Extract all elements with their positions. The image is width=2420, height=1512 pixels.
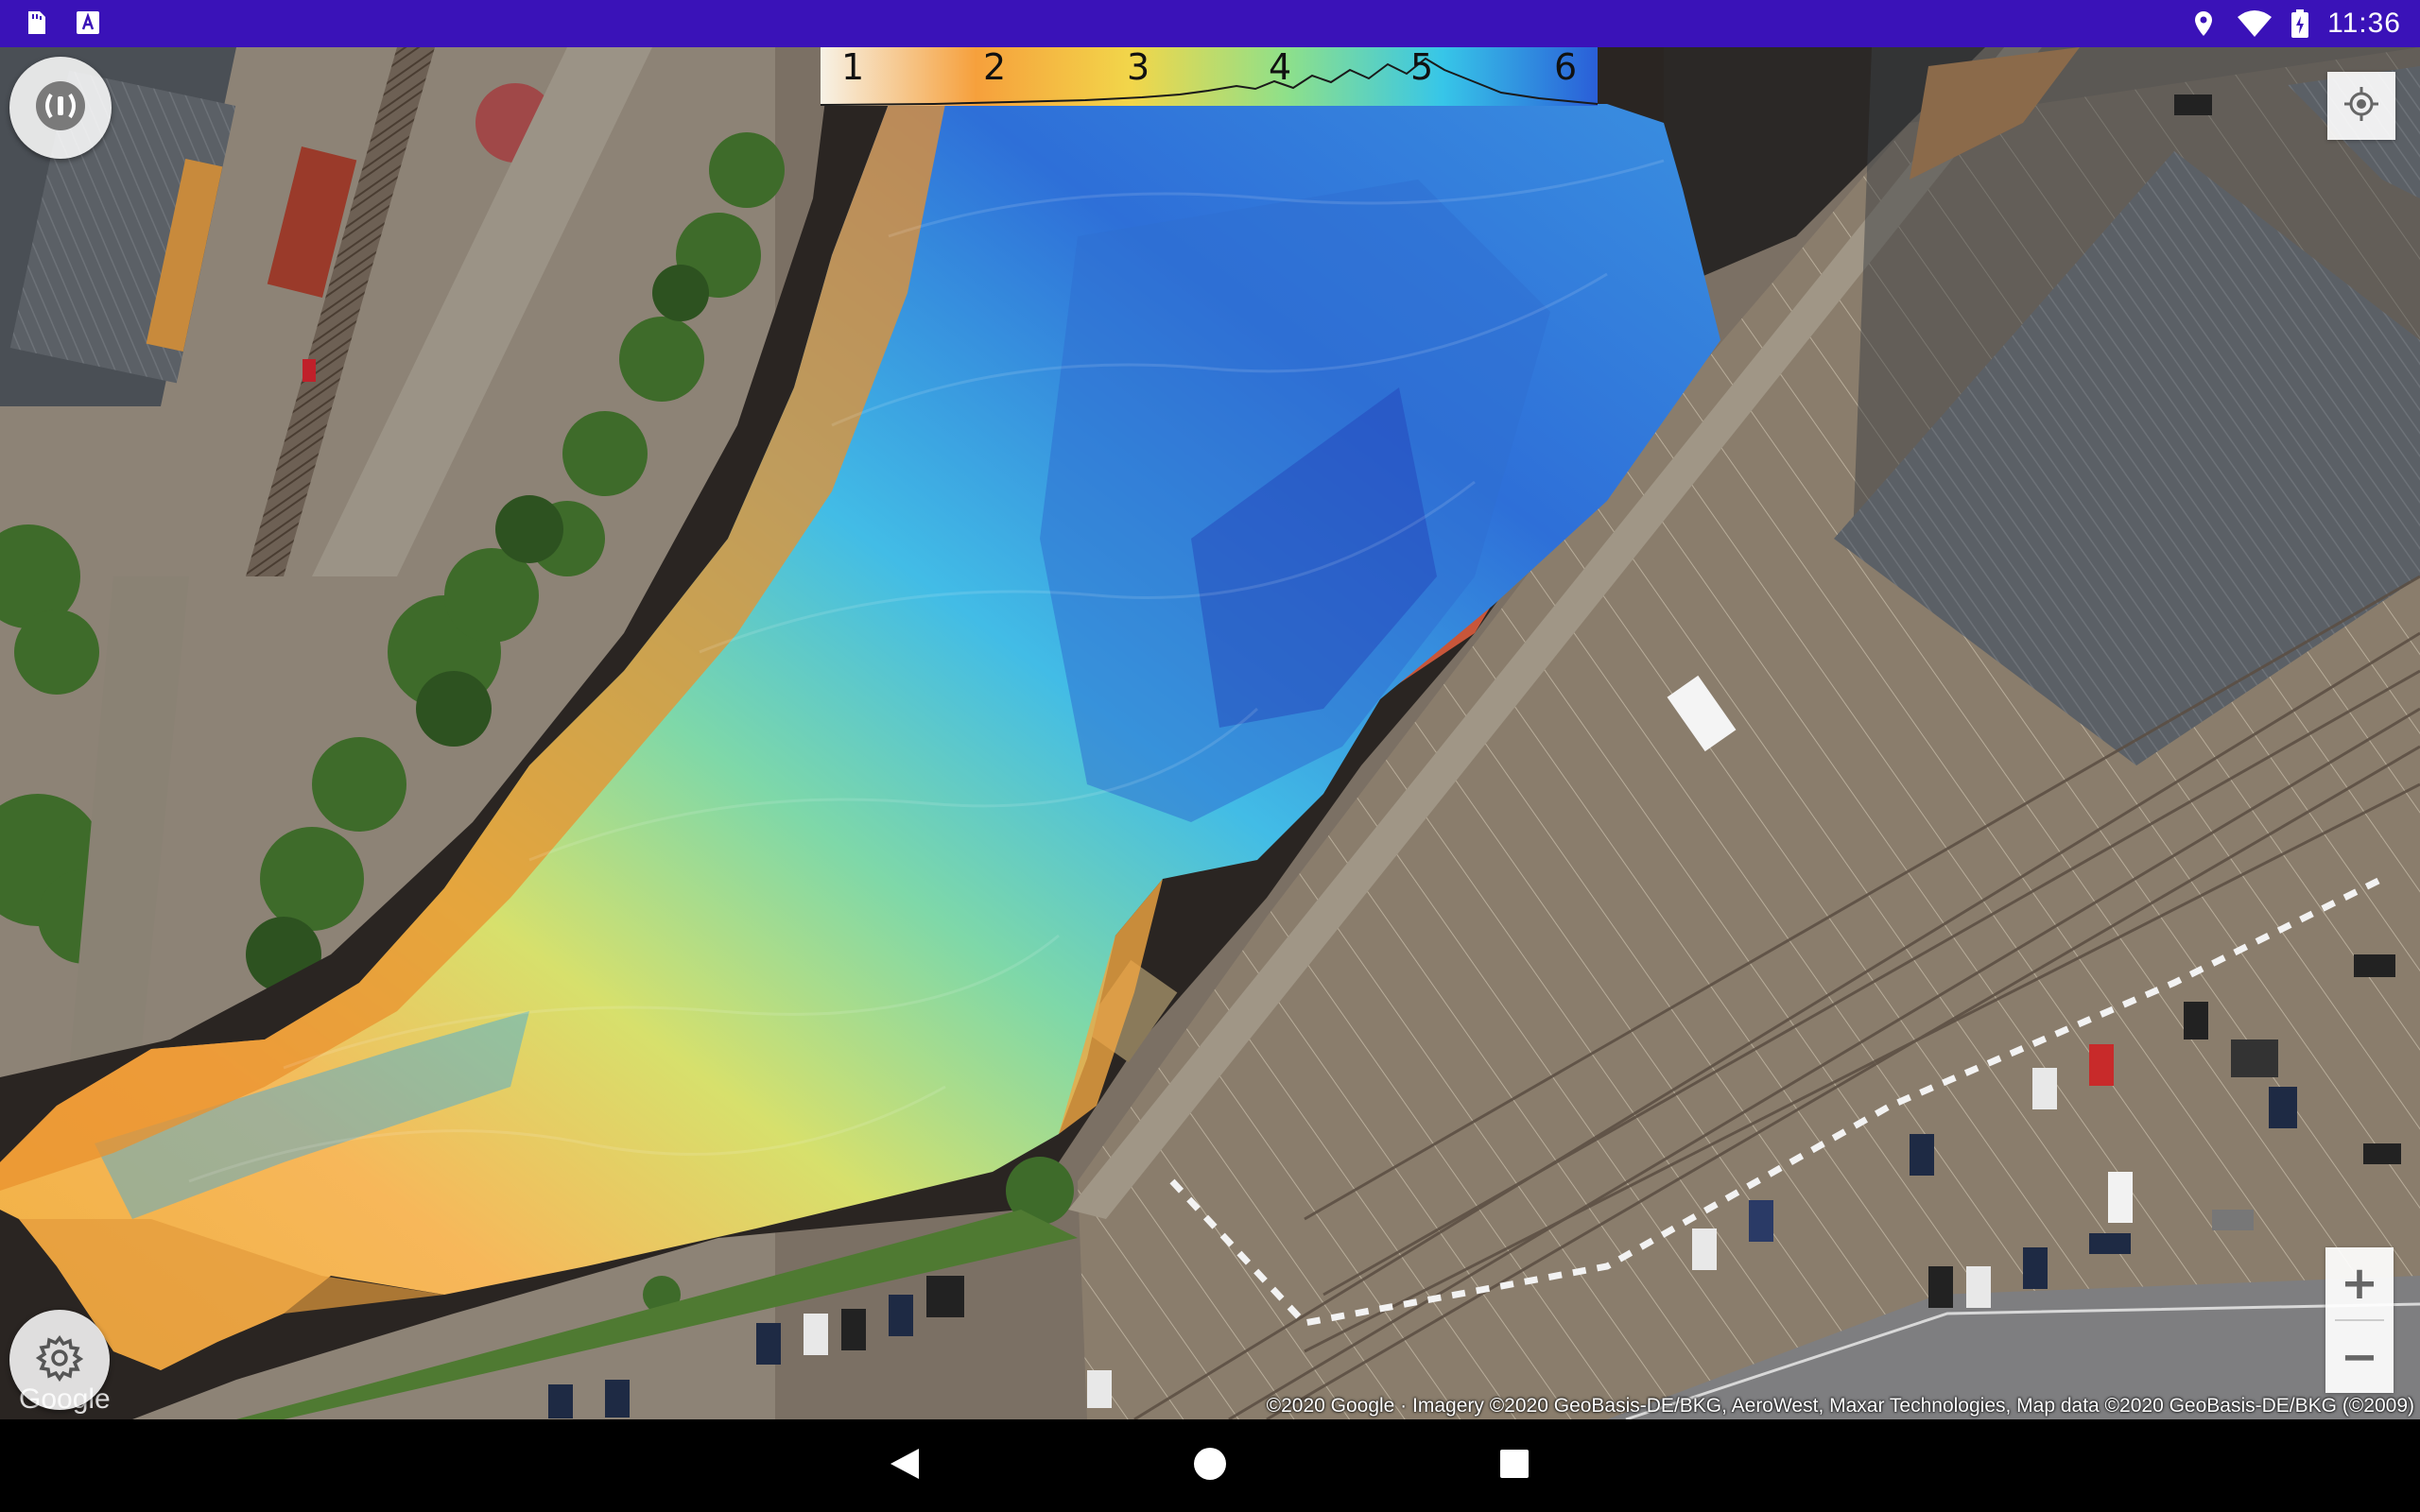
back-icon: [889, 1447, 921, 1485]
a-notification-icon: [75, 9, 101, 36]
sonar-button[interactable]: [9, 57, 112, 159]
map-attribution: ©2020 Google · Imagery ©2020 GeoBasis-DE…: [1266, 1395, 2414, 1417]
nav-home-button[interactable]: [1164, 1419, 1256, 1512]
legend-tick-2: 2: [983, 47, 1007, 88]
nav-recents-button[interactable]: [1468, 1419, 1561, 1512]
legend-tick-5: 5: [1410, 47, 1434, 88]
navigation-bar: [0, 1419, 2420, 1512]
sonar-icon: [32, 77, 89, 138]
nav-back-button[interactable]: [858, 1419, 951, 1512]
home-icon: [1193, 1447, 1227, 1485]
battery-icon: [2291, 9, 2309, 38]
legend-tick-4: 4: [1269, 47, 1292, 88]
settings-button[interactable]: [9, 1310, 110, 1410]
location-icon: [2189, 9, 2218, 38]
settings-icon: [35, 1333, 84, 1386]
locate-icon: [2342, 85, 2380, 127]
recents-icon: [1499, 1449, 1530, 1483]
zoom-controls: + −: [2325, 1247, 2394, 1393]
legend-tick-3: 3: [1127, 47, 1150, 88]
sd-card-icon: [23, 9, 49, 36]
zoom-in-button[interactable]: +: [2325, 1247, 2394, 1319]
depth-legend-bar: [821, 47, 1598, 106]
depth-legend: 1 2 3 4 5 6: [821, 47, 1598, 106]
map-view[interactable]: 1 2 3 4 5 6 + − ©2020 Google · Imagery ©…: [0, 47, 2420, 1419]
zoom-out-button[interactable]: −: [2325, 1321, 2394, 1393]
legend-tick-6: 6: [1554, 47, 1578, 88]
satellite-imagery: [0, 47, 2420, 1419]
status-bar: 11:36: [0, 0, 2420, 47]
legend-tick-1: 1: [841, 47, 865, 88]
my-location-button[interactable]: [2327, 72, 2395, 140]
clock: 11:36: [2327, 8, 2401, 39]
wifi-icon: [2237, 9, 2273, 38]
